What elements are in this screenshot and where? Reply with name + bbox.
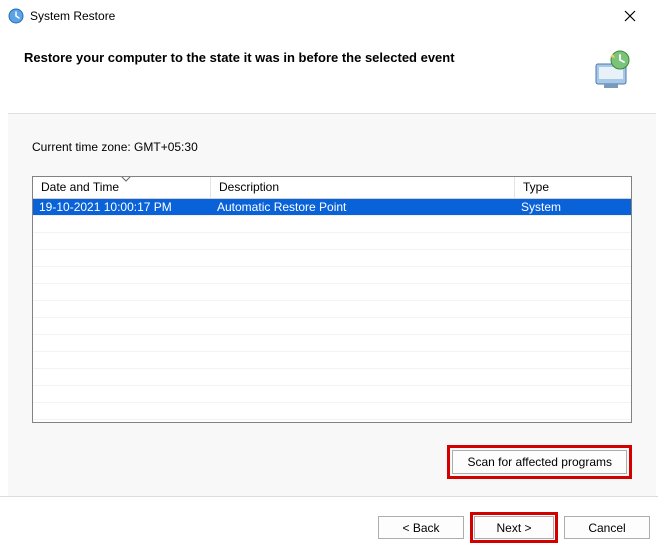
close-button[interactable]	[610, 2, 650, 30]
column-label: Date and Time	[41, 180, 119, 194]
titlebar: System Restore	[0, 0, 658, 32]
table-row	[33, 352, 631, 369]
back-button[interactable]: < Back	[378, 516, 464, 539]
column-label: Type	[523, 180, 549, 194]
next-button[interactable]: Next >	[474, 516, 554, 539]
window-title: System Restore	[30, 9, 115, 23]
table-row	[33, 216, 631, 233]
cancel-button[interactable]: Cancel	[564, 516, 650, 539]
close-icon	[624, 10, 636, 22]
table-row	[33, 386, 631, 403]
cell-type: System	[515, 199, 631, 215]
restore-points-table: Date and Time Description Type 19-10-202…	[32, 176, 632, 423]
system-restore-icon	[8, 8, 24, 24]
cell-description: Automatic Restore Point	[211, 199, 515, 215]
scan-affected-programs-button[interactable]: Scan for affected programs	[452, 450, 627, 474]
table-body: 19-10-2021 10:00:17 PMAutomatic Restore …	[33, 199, 631, 420]
cell-datetime: 19-10-2021 10:00:17 PM	[33, 199, 211, 215]
column-header-datetime[interactable]: Date and Time	[33, 177, 211, 198]
table-row	[33, 403, 631, 420]
content-panel: Current time zone: GMT+05:30 Date and Ti…	[8, 113, 656, 496]
table-row	[33, 301, 631, 318]
table-row[interactable]: 19-10-2021 10:00:17 PMAutomatic Restore …	[33, 199, 631, 216]
table-row	[33, 250, 631, 267]
header-area: Restore your computer to the state it wa…	[0, 32, 658, 102]
column-header-type[interactable]: Type	[515, 177, 631, 198]
restore-hero-icon	[590, 50, 634, 90]
column-label: Description	[219, 180, 279, 194]
table-row	[33, 335, 631, 352]
table-row	[33, 369, 631, 386]
table-row	[33, 284, 631, 301]
table-row	[33, 267, 631, 284]
column-header-description[interactable]: Description	[211, 177, 515, 198]
highlight-annotation: Scan for affected programs	[447, 445, 632, 479]
table-row	[33, 318, 631, 335]
footer-buttons: < Back Next > Cancel	[0, 496, 658, 558]
highlight-annotation: Next >	[470, 512, 558, 543]
timezone-label: Current time zone: GMT+05:30	[32, 140, 632, 154]
table-row	[33, 233, 631, 250]
sort-caret-icon	[121, 176, 131, 182]
header-text: Restore your computer to the state it wa…	[24, 50, 580, 65]
table-header: Date and Time Description Type	[33, 177, 631, 199]
